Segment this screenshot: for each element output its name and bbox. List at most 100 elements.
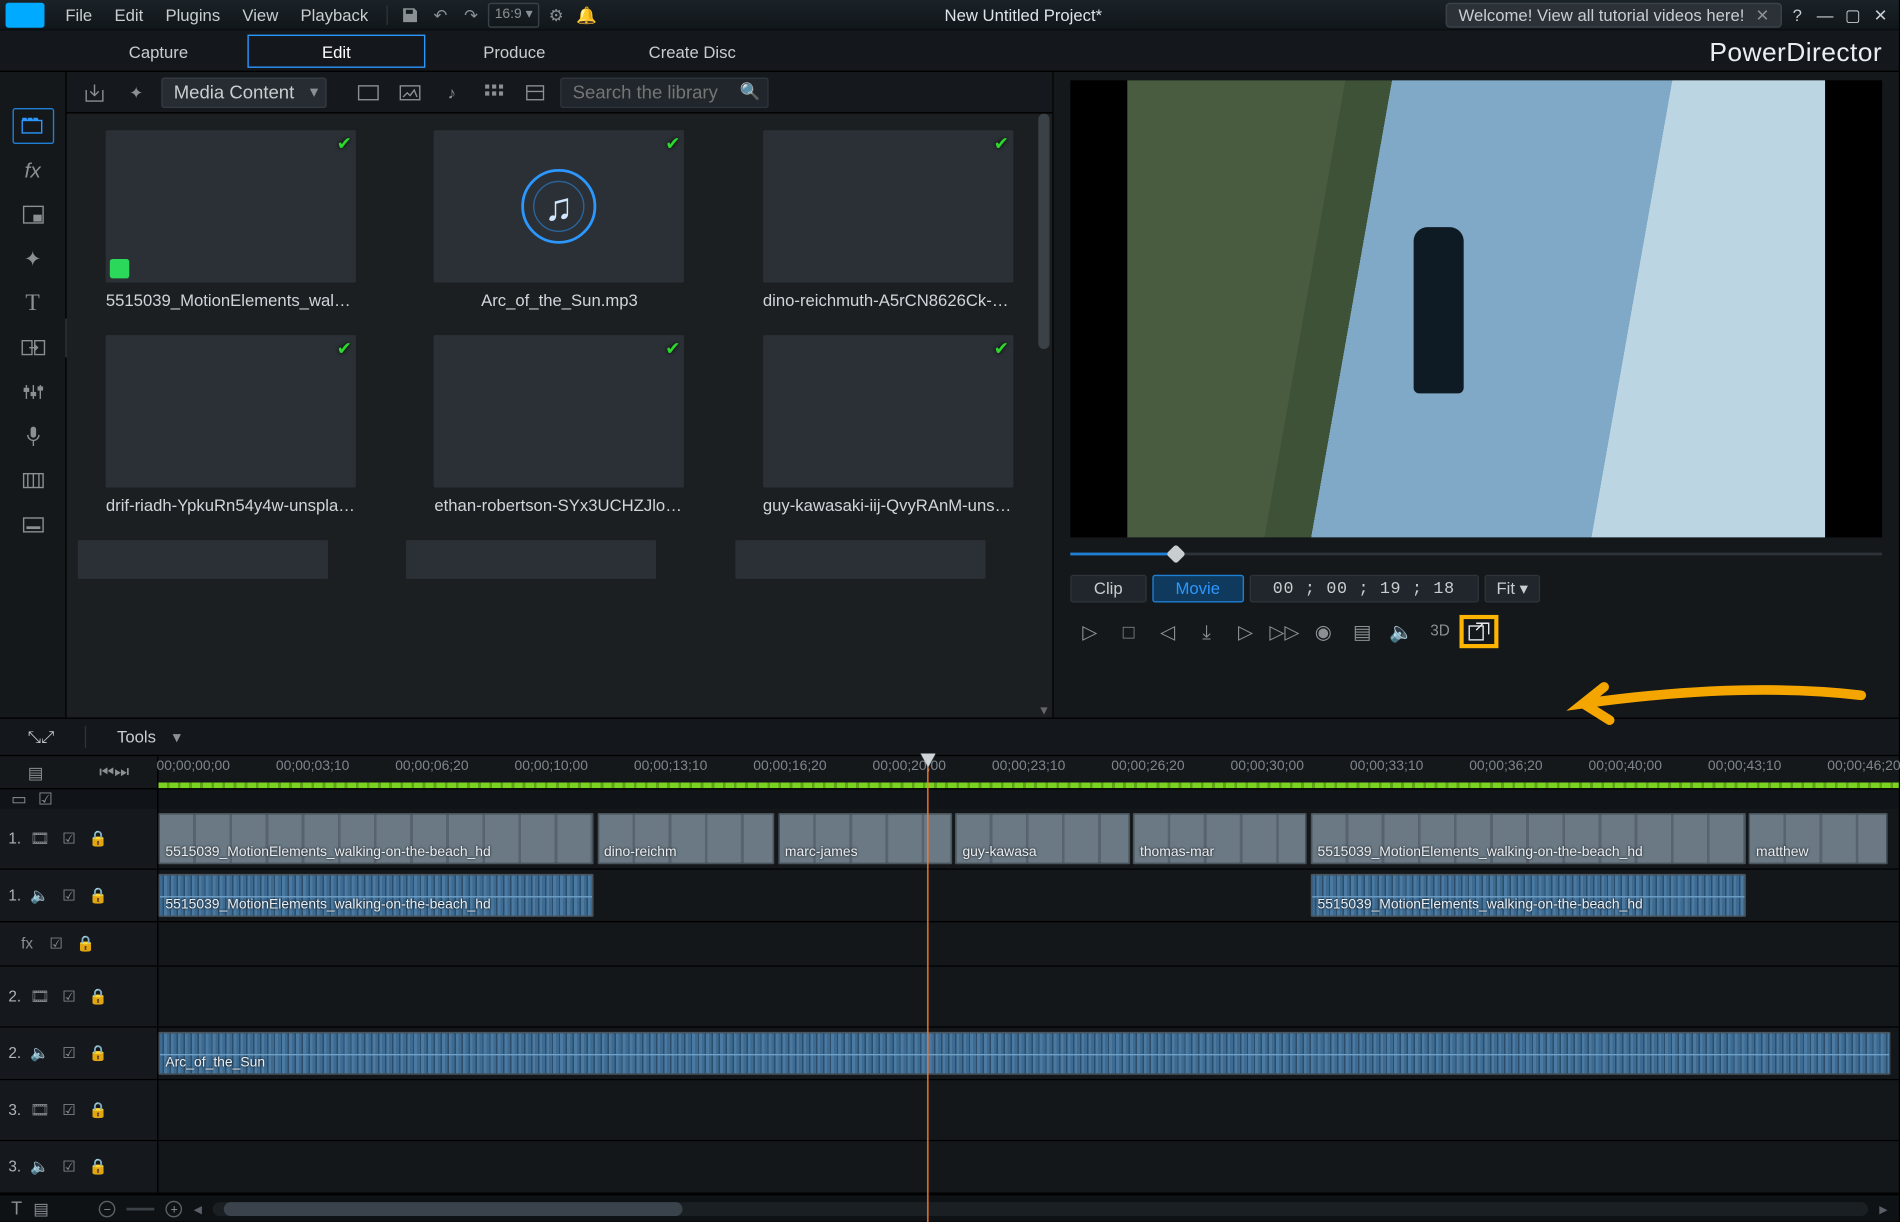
add-track-icon[interactable]: T: [11, 1198, 22, 1219]
preview-mode-movie[interactable]: Movie: [1152, 575, 1244, 603]
library-item[interactable]: ✔ethan-robertson-SYx3UCHZJlo-uns…: [406, 335, 712, 515]
tab-produce[interactable]: Produce: [425, 34, 603, 67]
track-lane[interactable]: [158, 1080, 1898, 1140]
help-icon[interactable]: ?: [1785, 5, 1810, 24]
track-lane[interactable]: Arc_of_the_Sun: [158, 1028, 1898, 1079]
track-visible-icon[interactable]: ☑: [59, 830, 80, 848]
pip-room-icon[interactable]: [12, 197, 54, 233]
scrollbar-thumb[interactable]: [1038, 114, 1049, 349]
maximize-icon[interactable]: ▢: [1840, 5, 1865, 24]
library-item[interactable]: ✔dino-reichmuth-A5rCN8626Ck-uns…: [735, 130, 1041, 310]
timeline-ruler[interactable]: ▤ ⏮⏭ 00;00;00;0000;00;03;1000;00;06;2000…: [0, 756, 1899, 789]
track-lock-icon[interactable]: 🔒: [88, 988, 109, 1006]
library-item[interactable]: ✔5515039_MotionElements_walking-…: [78, 130, 384, 310]
timeline-clip[interactable]: Arc_of_the_Sun: [158, 1032, 1890, 1075]
filter-audio-icon[interactable]: ♪: [435, 77, 468, 107]
track-lock-icon[interactable]: 🔒: [88, 830, 109, 848]
filter-image-icon[interactable]: [393, 77, 426, 107]
settings-icon[interactable]: ⚙: [542, 2, 570, 27]
library-item[interactable]: [78, 540, 384, 579]
seek-bar[interactable]: [1070, 543, 1882, 565]
library-item[interactable]: [735, 540, 1041, 579]
audio-mixing-icon[interactable]: [12, 374, 54, 410]
close-window-icon[interactable]: ✕: [1868, 5, 1893, 24]
track-lane[interactable]: 5515039_MotionElements_walking-on-the-be…: [158, 809, 1898, 869]
fx-room-icon[interactable]: fx: [12, 152, 54, 188]
track-manager-icon[interactable]: ▤: [28, 762, 44, 781]
view-misc-icon[interactable]: [518, 77, 551, 107]
3d-icon[interactable]: 3D: [1421, 615, 1460, 648]
menu-playback[interactable]: Playback: [291, 2, 378, 27]
track-lock-icon[interactable]: 🔒: [88, 1158, 109, 1176]
filter-video-icon[interactable]: [352, 77, 385, 107]
close-icon[interactable]: ✕: [1755, 5, 1769, 24]
timeline-display-icon[interactable]: ▭: [11, 789, 27, 808]
timeline-clip[interactable]: 5515039_MotionElements_walking-on-the-be…: [158, 874, 593, 917]
title-room-icon[interactable]: T: [12, 285, 54, 321]
tab-edit[interactable]: Edit: [247, 34, 425, 67]
media-room-icon[interactable]: [12, 108, 54, 144]
minimize-icon[interactable]: —: [1813, 5, 1838, 24]
next-frame-icon[interactable]: ▷: [1226, 615, 1265, 648]
fast-forward-icon[interactable]: ▷▷: [1265, 615, 1304, 648]
snapshot-icon[interactable]: ◉: [1304, 615, 1343, 648]
track-lane[interactable]: 5515039_MotionElements_walking-on-the-be…: [158, 870, 1898, 921]
import-icon[interactable]: [78, 77, 111, 107]
preview-timecode[interactable]: 00 ; 00 ; 19 ; 18: [1249, 575, 1478, 603]
preview-mode-clip[interactable]: Clip: [1070, 575, 1146, 603]
track-lane[interactable]: [158, 1141, 1898, 1192]
preview-viewport[interactable]: [1070, 80, 1882, 537]
aspect-ratio-button[interactable]: 16:9 ▾: [488, 2, 540, 27]
menu-edit[interactable]: Edit: [105, 2, 153, 27]
timeline-clip[interactable]: dino-reichm: [597, 813, 775, 864]
library-item[interactable]: ✔guy-kawasaki-iij-QvyRAnM-unsplas…: [735, 335, 1041, 515]
track-lock-icon[interactable]: 🔒: [88, 886, 109, 904]
track-visible-icon[interactable]: ☑: [59, 1158, 80, 1176]
scroll-down-icon[interactable]: ▼: [1038, 704, 1049, 718]
menu-file[interactable]: File: [56, 2, 102, 27]
timeline-clip[interactable]: 5515039_MotionElements_walking-on-the-be…: [1311, 813, 1746, 864]
voiceover-icon[interactable]: [12, 418, 54, 454]
timeline-hscroll[interactable]: [213, 1201, 1868, 1215]
notifications-icon[interactable]: 🔔: [573, 2, 601, 27]
save-icon[interactable]: [396, 2, 424, 27]
scroll-left-icon[interactable]: ◂: [194, 1199, 202, 1218]
transition-room-icon[interactable]: [12, 330, 54, 366]
library-filter-select[interactable]: Media Content: [161, 77, 326, 107]
track-lock-icon[interactable]: 🔒: [75, 935, 96, 953]
timeline-clip[interactable]: guy-kawasa: [955, 813, 1129, 864]
welcome-banner[interactable]: Welcome! View all tutorial videos here! …: [1446, 2, 1782, 27]
volume-icon[interactable]: 🔈: [1382, 615, 1421, 648]
menu-plugins[interactable]: Plugins: [156, 2, 230, 27]
quality-icon[interactable]: ▤: [1343, 615, 1382, 648]
split-clip-icon[interactable]: ⤡⤢: [17, 722, 66, 752]
redo-icon[interactable]: ↷: [457, 2, 485, 27]
subtitle-room-icon[interactable]: [12, 507, 54, 543]
step-back-icon[interactable]: ⤓: [1187, 615, 1226, 648]
preview-fit-select[interactable]: Fit ▾: [1484, 575, 1541, 603]
particle-room-icon[interactable]: ✦: [12, 241, 54, 277]
track-lock-icon[interactable]: 🔒: [88, 1044, 109, 1062]
tools-menu[interactable]: Tools: [106, 722, 192, 752]
view-grid-icon[interactable]: [477, 77, 510, 107]
library-item[interactable]: ✔drif-riadh-YpkuRn54y4w-unsplash.jpg: [78, 335, 384, 515]
undock-preview-icon[interactable]: [1460, 615, 1499, 648]
search-icon[interactable]: 🔍: [740, 81, 761, 100]
goto-start-icon[interactable]: ⏮⏭: [99, 762, 129, 783]
stop-icon[interactable]: □: [1109, 615, 1148, 648]
track-visible-icon[interactable]: ☑: [59, 988, 80, 1006]
scroll-right-icon[interactable]: ▸: [1879, 1199, 1887, 1218]
track-visible-icon[interactable]: ☑: [59, 1044, 80, 1062]
plugins-toolbar-icon[interactable]: ✦: [120, 77, 153, 107]
track-lock-icon[interactable]: 🔒: [88, 1101, 109, 1119]
zoom-out-icon[interactable]: −: [99, 1200, 116, 1217]
library-item[interactable]: [406, 540, 712, 579]
prev-frame-icon[interactable]: ◁: [1148, 615, 1187, 648]
timeline-clip[interactable]: matthew: [1749, 813, 1888, 864]
timeline-clip[interactable]: 5515039_MotionElements_walking-on-the-be…: [158, 813, 593, 864]
undo-icon[interactable]: ↶: [427, 2, 455, 27]
menu-view[interactable]: View: [233, 2, 288, 27]
library-scrollbar[interactable]: ▲ ▼: [1038, 114, 1049, 718]
tab-create-disc[interactable]: Create Disc: [603, 34, 781, 67]
play-icon[interactable]: ▷: [1070, 615, 1109, 648]
